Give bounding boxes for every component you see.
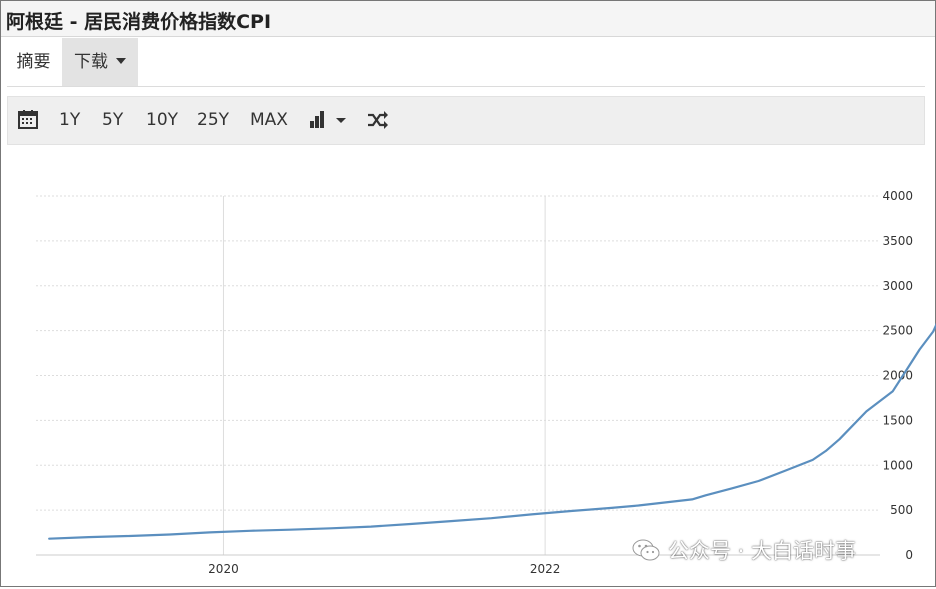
tab-bar: 摘要 下载 bbox=[7, 38, 925, 87]
range-1y-button[interactable]: 1Y bbox=[59, 97, 80, 144]
y-tick-label: 1000 bbox=[882, 458, 913, 472]
tab-summary-label: 摘要 bbox=[16, 52, 51, 72]
chart-area: 0 500 1000 1500 2000 2500 3000 3500 4000 2020 2022 bbox=[0, 150, 936, 589]
y-tick-label: 500 bbox=[890, 503, 913, 517]
bar-chart-icon[interactable] bbox=[309, 110, 349, 134]
range-10y-button[interactable]: 10Y bbox=[146, 97, 178, 144]
series-line bbox=[48, 322, 936, 540]
shuffle-icon[interactable] bbox=[367, 110, 389, 134]
title-bar: 阿根廷 - 居民消费价格指数CPI bbox=[1, 1, 935, 37]
tab-summary[interactable]: 摘要 bbox=[7, 38, 60, 86]
y-tick-label: 1500 bbox=[882, 413, 913, 427]
x-tick-label: 2022 bbox=[530, 562, 561, 576]
y-tick-label: 0 bbox=[905, 548, 913, 562]
tab-download[interactable]: 下载 bbox=[62, 38, 138, 86]
chart-toolbar: 1Y 5Y 10Y 25Y MAX bbox=[7, 96, 925, 145]
caret-down-icon bbox=[116, 58, 126, 64]
chart-type-caret-icon bbox=[336, 118, 346, 123]
wechat-icon bbox=[632, 539, 660, 561]
y-tick-label: 2500 bbox=[882, 324, 913, 338]
watermark: 公众号 · 大白话时事 bbox=[632, 534, 856, 566]
y-tick-label: 3500 bbox=[882, 234, 913, 248]
range-max-button[interactable]: MAX bbox=[250, 97, 288, 144]
x-tick-label: 2020 bbox=[208, 562, 239, 576]
range-5y-button[interactable]: 5Y bbox=[102, 97, 123, 144]
y-tick-label: 2000 bbox=[882, 369, 913, 383]
watermark-text: 公众号 · 大白话时事 bbox=[668, 539, 857, 563]
line-chart: 0 500 1000 1500 2000 2500 3000 3500 4000 2020 2022 bbox=[36, 189, 936, 576]
tab-download-label: 下载 bbox=[74, 52, 108, 72]
calendar-icon[interactable] bbox=[18, 109, 38, 133]
y-tick-label: 3000 bbox=[882, 279, 913, 293]
y-tick-label: 4000 bbox=[882, 189, 913, 203]
page-title: 阿根廷 - 居民消费价格指数CPI bbox=[6, 11, 272, 33]
range-25y-button[interactable]: 25Y bbox=[197, 97, 229, 144]
